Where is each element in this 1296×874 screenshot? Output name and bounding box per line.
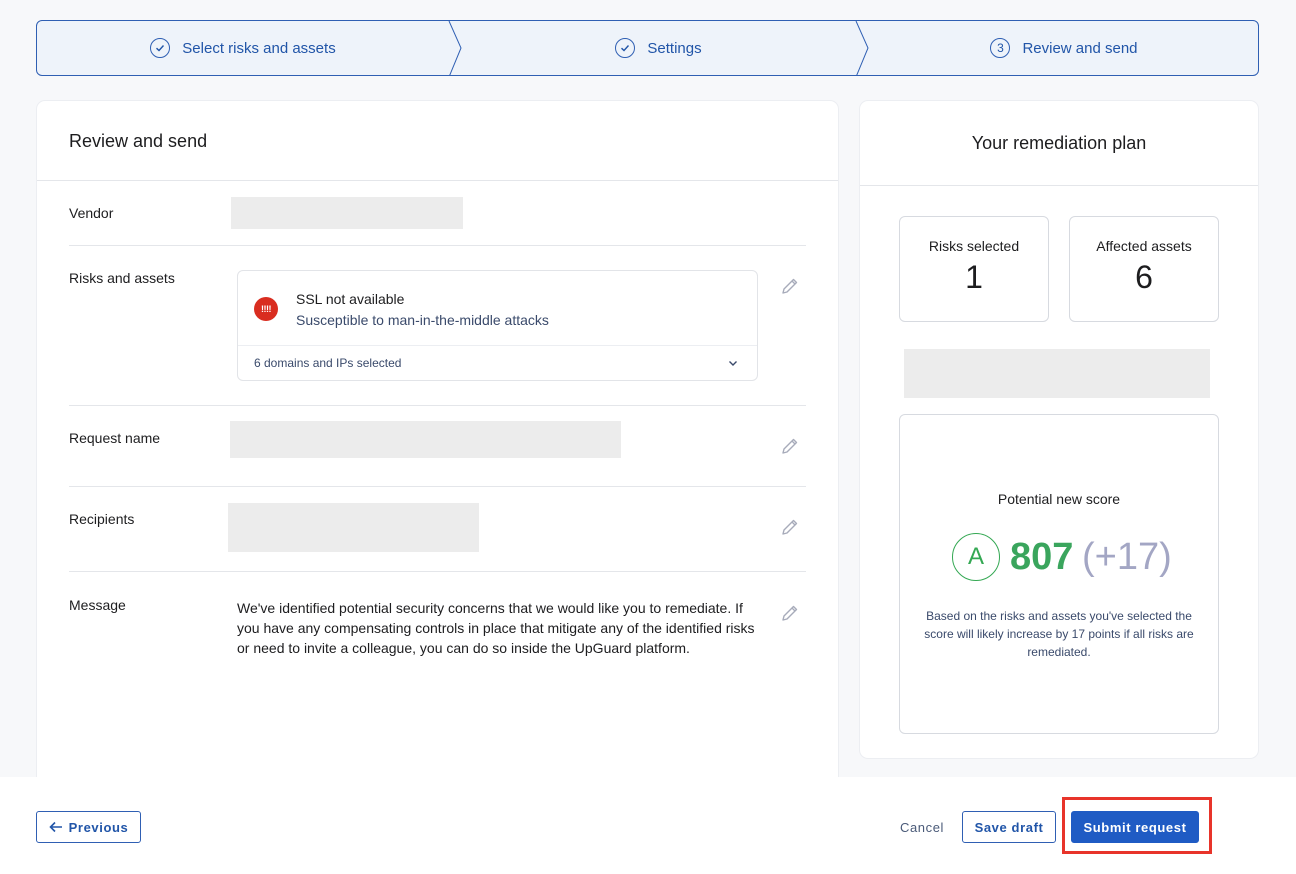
severity-critical-icon: !!!! [254, 297, 278, 321]
score-value: 807 [1010, 536, 1074, 578]
score-delta: (+17) [1082, 536, 1172, 578]
check-circle-icon [150, 38, 171, 58]
remediation-plan-title: Your remediation plan [971, 133, 1147, 153]
divider [238, 345, 757, 346]
remediation-plan-card: Your remediation plan Risks selected 1 A… [860, 101, 1258, 758]
cancel-button[interactable]: Cancel [890, 811, 954, 843]
chevron-down-icon[interactable] [727, 357, 739, 369]
edit-request-name-pencil-icon[interactable] [780, 436, 800, 456]
risks-assets-label: Risks and assets [69, 270, 175, 286]
stat-value: 6 [1135, 259, 1153, 295]
divider [69, 245, 806, 246]
divider [37, 180, 838, 181]
risk-title: SSL not available [296, 291, 405, 307]
check-circle-icon [615, 38, 636, 58]
stat-label: Risks selected [928, 238, 1020, 254]
arrow-left-icon [49, 821, 62, 833]
risks-selected-stat: Risks selected 1 [899, 216, 1049, 322]
vendor-value-redacted [231, 197, 463, 229]
risk-description: Susceptible to man-in-the-middle attacks [296, 312, 549, 328]
edit-recipients-pencil-icon[interactable] [780, 517, 800, 537]
request-name-redacted [230, 421, 621, 458]
save-draft-button[interactable]: Save draft [962, 811, 1056, 843]
score-note: Based on the risks and assets you've sel… [924, 609, 1194, 659]
score-label: Potential new score [997, 491, 1121, 507]
step-label: Select risks and assets [182, 39, 336, 57]
message-body: We've identified potential security conc… [237, 600, 755, 656]
recipients-label: Recipients [69, 511, 135, 527]
divider [860, 185, 1258, 186]
previous-button-label: Previous [68, 819, 129, 835]
footer-actions: Previous Cancel Save draft Submit reques… [0, 777, 1296, 874]
divider [69, 571, 806, 572]
step-settings[interactable]: Settings [461, 21, 856, 75]
request-name-label: Request name [69, 430, 161, 446]
edit-risks-pencil-icon[interactable] [780, 276, 800, 296]
potential-score-panel: Potential new score A 807 (+17) Based on… [899, 414, 1219, 734]
recipients-redacted [228, 503, 479, 552]
grade-badge: A [952, 533, 1000, 581]
step-review-send[interactable]: 3 Review and send [868, 21, 1258, 75]
vendor-label: Vendor [69, 205, 114, 221]
assets-selected-toggle[interactable]: 6 domains and IPs selected [254, 356, 401, 370]
submit-request-button[interactable]: Submit request [1071, 811, 1199, 843]
message-label: Message [69, 597, 126, 613]
page-title: Review and send [69, 131, 208, 151]
stat-value: 1 [965, 259, 983, 295]
affected-assets-stat: Affected assets 6 [1069, 216, 1219, 322]
step-label: Review and send [1022, 39, 1138, 57]
review-card: Review and send Vendor Risks and assets … [37, 101, 838, 791]
risk-item: !!!! SSL not available Susceptible to ma… [237, 270, 758, 381]
divider [69, 405, 806, 406]
step-select-risks[interactable]: Select risks and assets [37, 21, 449, 75]
progress-stepper: Select risks and assets Settings 3 Revie… [36, 20, 1259, 76]
divider [69, 486, 806, 487]
previous-button[interactable]: Previous [36, 811, 141, 843]
redacted-block [904, 349, 1210, 398]
stat-label: Affected assets [1096, 238, 1192, 254]
step-number: 3 [990, 38, 1011, 58]
edit-message-pencil-icon[interactable] [780, 603, 800, 623]
step-label: Settings [647, 39, 702, 57]
